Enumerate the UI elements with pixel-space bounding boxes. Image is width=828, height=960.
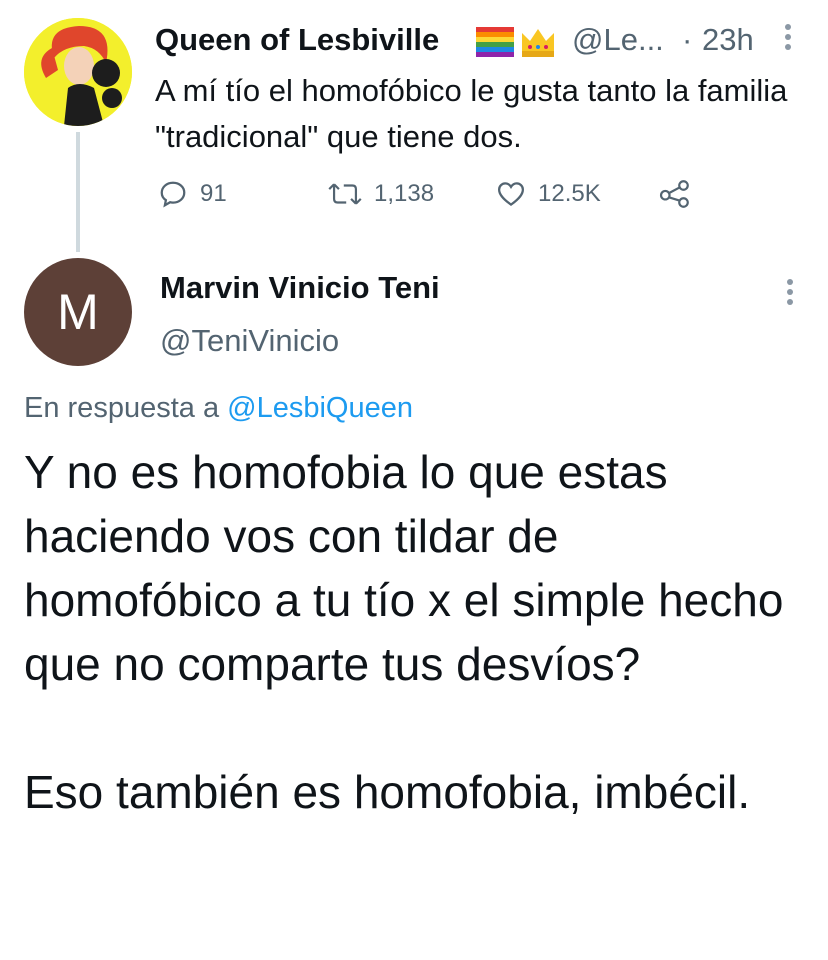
reply-paragraph-1: Y no es homofobia lo que estas haciendo … bbox=[24, 446, 784, 690]
reply-paragraph-2: Eso también es homofobia, imbécil. bbox=[24, 766, 751, 818]
heart-icon bbox=[497, 182, 525, 207]
like-button[interactable]: 12.5K bbox=[496, 174, 601, 214]
like-count: 12.5K bbox=[538, 180, 601, 207]
avatar[interactable] bbox=[24, 18, 132, 126]
reply-author-avatar[interactable]: M bbox=[24, 258, 132, 366]
reply-icon bbox=[160, 181, 186, 208]
avatar-initial: M bbox=[57, 284, 99, 340]
tweet-timestamp[interactable]: 23h bbox=[702, 22, 754, 58]
more-options-icon[interactable] bbox=[778, 20, 798, 59]
author-handle[interactable]: @Le... bbox=[572, 22, 664, 58]
replying-to-prefix: En respuesta a bbox=[24, 392, 228, 424]
reply-count: 91 bbox=[200, 180, 227, 207]
retweet-icon bbox=[328, 183, 362, 205]
reply-tweet-text: Y no es homofobia lo que estas haciendo … bbox=[24, 440, 804, 824]
reply-author-name[interactable]: Marvin Vinicio Teni bbox=[160, 270, 440, 306]
crown-icon bbox=[522, 29, 554, 57]
author-name[interactable]: Queen of Lesbiville bbox=[155, 22, 439, 58]
reply-author-handle[interactable]: @TeniVinicio bbox=[160, 323, 339, 359]
rainbow-flag-icon bbox=[476, 27, 514, 57]
separator-dot: · bbox=[682, 22, 693, 57]
drag-queen-avatar-image bbox=[24, 18, 132, 126]
retweet-button[interactable]: 1,138 bbox=[328, 174, 434, 214]
reply-button[interactable]: 91 bbox=[158, 174, 227, 214]
name-emojis bbox=[476, 25, 566, 64]
replying-to-label: En respuesta a @LesbiQueen bbox=[24, 392, 413, 425]
share-icon bbox=[659, 180, 689, 208]
share-button[interactable] bbox=[658, 174, 704, 214]
retweet-count: 1,138 bbox=[374, 180, 435, 207]
replying-to-mention-link[interactable]: @LesbiQueen bbox=[227, 392, 413, 424]
tweet-text: A mí tío el homofóbico le gusta tanto la… bbox=[155, 73, 788, 154]
reply-more-options-icon[interactable] bbox=[780, 275, 800, 314]
thread-connector-line bbox=[76, 132, 80, 252]
